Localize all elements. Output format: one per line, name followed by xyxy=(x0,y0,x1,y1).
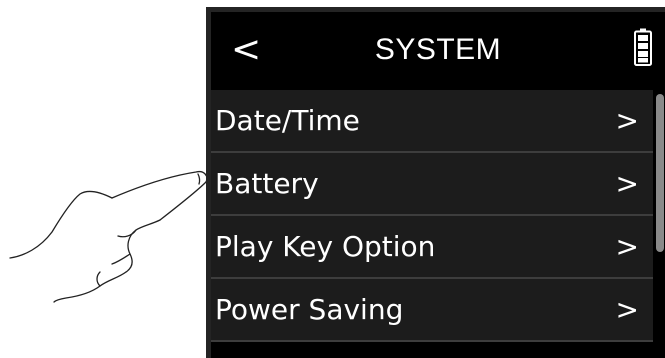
menu-item-label: Play Key Option xyxy=(215,230,436,263)
battery-icon xyxy=(634,28,652,66)
stage: < SYSTEM Date/Time > Battery > Play Key … xyxy=(0,0,665,358)
menu-item-label: Power Saving xyxy=(215,293,404,326)
scrollbar[interactable] xyxy=(656,90,665,345)
menu-item-battery[interactable]: Battery > xyxy=(211,153,653,216)
menu-item-power-saving[interactable]: Power Saving > xyxy=(211,279,653,342)
chevron-right-icon: > xyxy=(615,167,639,200)
page-title: SYSTEM xyxy=(374,33,502,66)
menu-item-date-time[interactable]: Date/Time > xyxy=(211,90,653,153)
menu-item-label: Date/Time xyxy=(215,104,360,137)
settings-menu: Date/Time > Battery > Play Key Option > … xyxy=(211,90,653,342)
chevron-right-icon: > xyxy=(615,104,639,137)
title-bar: < SYSTEM xyxy=(211,12,665,87)
menu-item-label: Battery xyxy=(215,167,319,200)
scrollbar-thumb[interactable] xyxy=(656,94,664,252)
back-icon: < xyxy=(231,29,262,70)
chevron-right-icon: > xyxy=(615,230,639,263)
device-frame: < SYSTEM Date/Time > Battery > Play Key … xyxy=(206,7,665,358)
menu-item-play-key-option[interactable]: Play Key Option > xyxy=(211,216,653,279)
back-button[interactable]: < xyxy=(231,28,265,72)
screen: < SYSTEM Date/Time > Battery > Play Key … xyxy=(211,12,665,358)
pointing-hand-icon xyxy=(9,170,208,303)
chevron-right-icon: > xyxy=(615,293,639,326)
